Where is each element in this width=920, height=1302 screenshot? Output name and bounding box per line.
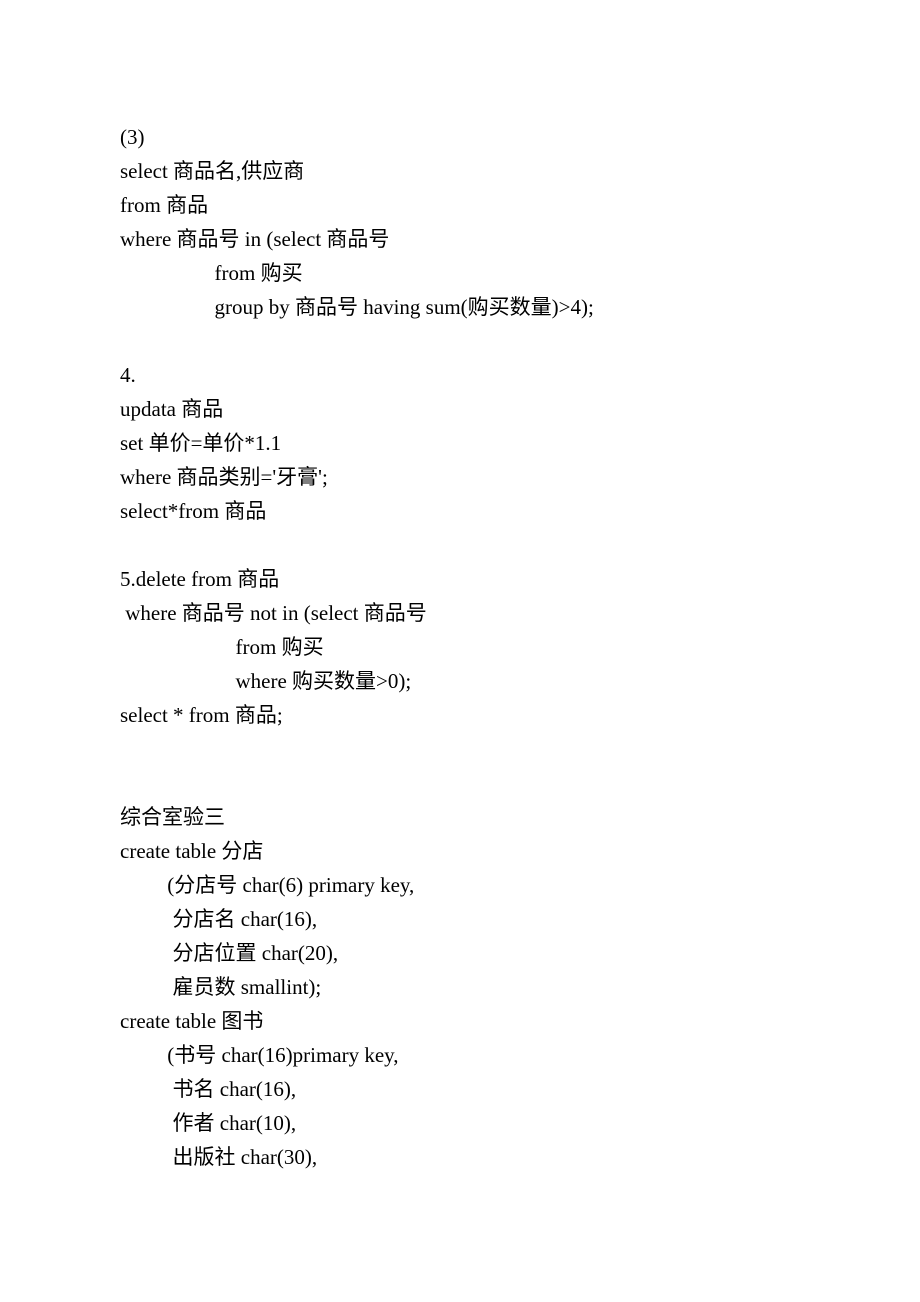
document-page: (3) select 商品名,供应商 from 商品 where 商品号 in … <box>0 0 920 1234</box>
code-block: (3) select 商品名,供应商 from 商品 where 商品号 in … <box>120 120 800 1174</box>
